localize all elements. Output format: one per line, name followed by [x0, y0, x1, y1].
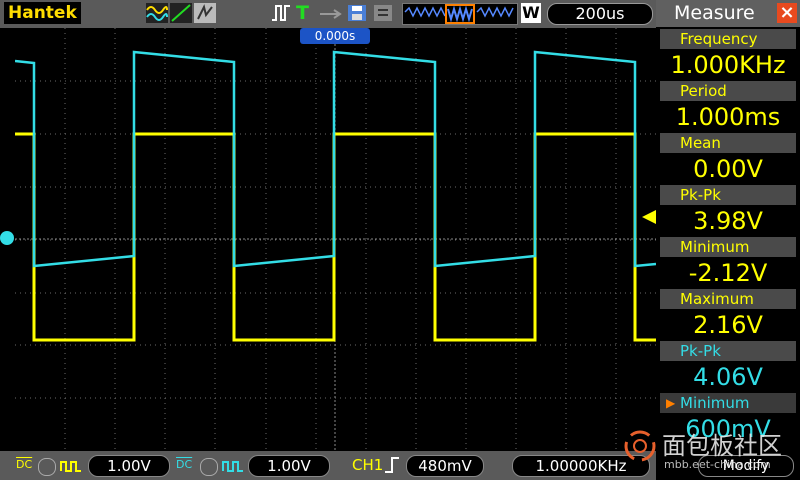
- selected-arrow-icon: ▶: [666, 396, 676, 410]
- measure-value: 4.06V: [656, 361, 800, 393]
- measure-value: 3.98V: [656, 205, 800, 237]
- close-icon[interactable]: ×: [777, 3, 797, 23]
- measure-label[interactable]: Pk-Pk: [660, 341, 796, 361]
- watermark-cn: 面包板社区: [662, 432, 782, 460]
- measure-value: 0.00V: [656, 153, 800, 185]
- trigger-position-readout[interactable]: 0.000s: [300, 28, 370, 44]
- bandwidth-limit-icon: [38, 458, 56, 476]
- persist-mode-icon[interactable]: [194, 3, 216, 23]
- trigger-level-marker[interactable]: [642, 209, 656, 228]
- measure-title: Measure: [674, 2, 755, 24]
- timebase-readout[interactable]: 200us: [547, 3, 653, 25]
- brand-logo: Hantek: [4, 2, 81, 24]
- trigger-status-icon: T: [296, 2, 309, 24]
- measure-label[interactable]: Maximum: [660, 289, 796, 309]
- ch2-wave-icon: [222, 458, 244, 477]
- save-icon[interactable]: [346, 3, 368, 23]
- waveform-mode-icon[interactable]: [146, 3, 168, 23]
- measure-value: 1.000ms: [656, 101, 800, 133]
- memory-depth-bar[interactable]: [402, 3, 518, 25]
- window-mode-button[interactable]: W: [521, 3, 541, 23]
- measure-value: 1.000KHz: [656, 49, 800, 81]
- measure-header: Measure ×: [656, 0, 800, 27]
- measure-label-text: Minimum: [680, 394, 750, 412]
- ch1-wave-icon: [60, 458, 82, 477]
- trigger-source-label[interactable]: CH1: [352, 455, 383, 475]
- ch1-waveform: [15, 132, 656, 342]
- ch1-scale-readout[interactable]: 1.00V: [88, 455, 170, 477]
- measure-label[interactable]: Frequency: [660, 29, 796, 49]
- measure-value: 2.16V: [656, 309, 800, 341]
- measure-label[interactable]: Minimum: [660, 237, 796, 257]
- channel-ground-marker[interactable]: [0, 231, 14, 245]
- watermark-url: mbb.eet-china.com: [664, 458, 771, 471]
- watermark: 面包板社区 mbb.eet-china.com: [620, 426, 795, 476]
- usb-icon: [318, 3, 342, 23]
- trigger-slope-icon[interactable]: [383, 456, 401, 478]
- trigger-edge-icon[interactable]: [270, 3, 292, 23]
- measure-value: -2.12V: [656, 257, 800, 289]
- ch2-coupling-text: DC: [176, 458, 193, 471]
- print-icon[interactable]: [372, 3, 394, 23]
- ch1-coupling-label[interactable]: DC: [16, 455, 32, 475]
- measure-label[interactable]: Period: [660, 81, 796, 101]
- xy-mode-icon[interactable]: [170, 3, 192, 23]
- waveform-display[interactable]: [14, 28, 657, 451]
- measure-label-selected[interactable]: ▶ Minimum: [660, 393, 796, 413]
- bandwidth-limit-icon: [200, 458, 218, 476]
- trigger-level-readout[interactable]: 480mV: [406, 455, 484, 477]
- measure-panel: Measure × Frequency 1.000KHz Period 1.00…: [656, 0, 800, 480]
- measure-label[interactable]: Pk-Pk: [660, 185, 796, 205]
- ch2-scale-readout[interactable]: 1.00V: [248, 455, 330, 477]
- ch1-coupling-text: DC: [16, 458, 33, 471]
- measure-label[interactable]: Mean: [660, 133, 796, 153]
- ch2-coupling-label[interactable]: DC: [176, 455, 192, 475]
